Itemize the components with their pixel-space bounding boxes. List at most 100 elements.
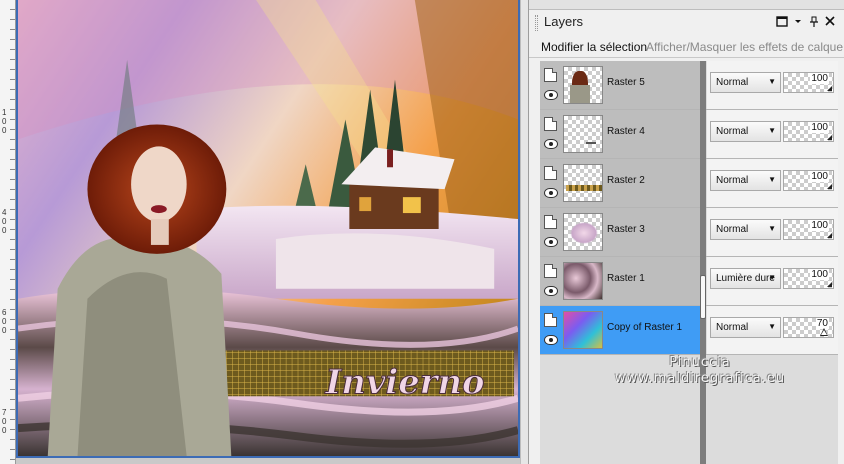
layer-thumbnail[interactable]: [563, 262, 603, 300]
chevron-down-icon: ▼: [768, 77, 776, 86]
image-canvas[interactable]: Invierno: [16, 0, 520, 458]
layer-info[interactable]: Raster 5: [540, 61, 700, 109]
layer-thumbnail[interactable]: [563, 213, 603, 251]
slider-handle-icon[interactable]: [827, 135, 832, 140]
layer-name: Copy of Raster 1: [607, 322, 683, 333]
maximize-icon[interactable]: [775, 16, 789, 30]
layer-properties: Normal ▼ 70: [707, 306, 838, 354]
ruler-label: 0: [2, 226, 7, 235]
layer-row[interactable]: Raster 1 Lumière dure ▼ 100: [540, 257, 838, 306]
eye-icon[interactable]: [544, 139, 558, 149]
artwork-image: Invierno: [18, 0, 518, 456]
watermark-url: www.maldiregrafica.eu: [614, 371, 786, 386]
eye-icon[interactable]: [544, 90, 558, 100]
slider-handle-icon[interactable]: [827, 282, 832, 287]
close-icon[interactable]: [823, 16, 837, 30]
panel-splitter[interactable]: [700, 61, 706, 464]
opacity-value: 100: [810, 220, 829, 231]
slider-handle-icon[interactable]: [820, 328, 828, 336]
layer-properties: Normal ▼ 100: [707, 61, 838, 109]
blend-mode-value: Lumière dure: [716, 273, 775, 284]
opacity-value: 100: [810, 122, 829, 133]
layer-properties: Normal ▼ 100: [707, 159, 838, 207]
eye-icon[interactable]: [544, 286, 558, 296]
blend-mode-value: Normal: [716, 322, 749, 333]
layer-name: Raster 1: [607, 273, 645, 284]
blend-mode-dropdown[interactable]: Normal ▼: [710, 170, 781, 191]
blend-mode-value: Normal: [716, 175, 749, 186]
blend-mode-dropdown[interactable]: Normal ▼: [710, 317, 781, 338]
layer-page-icon[interactable]: [544, 68, 557, 82]
chevron-down-icon: ▼: [768, 322, 776, 331]
chevron-down-icon: ▼: [768, 175, 776, 184]
ruler-label: 0: [2, 326, 7, 335]
chevron-down-icon: ▼: [768, 126, 776, 135]
layer-info[interactable]: Raster 4: [540, 110, 700, 158]
blend-mode-dropdown[interactable]: Lumière dure ▼: [710, 268, 781, 289]
layer-thumbnail[interactable]: [563, 164, 603, 202]
blend-mode-dropdown[interactable]: Normal ▼: [710, 121, 781, 142]
modify-selection-button[interactable]: Modifier la sélection: [541, 40, 647, 54]
blend-mode-dropdown[interactable]: Normal ▼: [710, 72, 781, 93]
eye-icon[interactable]: [544, 335, 558, 345]
opacity-value: 100: [810, 171, 829, 182]
layer-row-selected[interactable]: Copy of Raster 1 Normal ▼ 70: [540, 306, 838, 355]
layer-thumbnail[interactable]: [563, 66, 603, 104]
layer-page-icon[interactable]: [544, 264, 557, 278]
eye-icon[interactable]: [544, 237, 558, 247]
ruler-label: 0: [2, 317, 7, 326]
blend-mode-value: Normal: [716, 77, 749, 88]
pin-icon[interactable]: [807, 16, 821, 30]
layer-name: Raster 2: [607, 175, 645, 186]
layer-page-icon[interactable]: [544, 166, 557, 180]
layer-info[interactable]: Raster 2: [540, 159, 700, 207]
blend-mode-dropdown[interactable]: Normal ▼: [710, 219, 781, 240]
ruler-label: 0: [2, 117, 7, 126]
chevron-down-icon: ▼: [768, 273, 776, 282]
layer-row[interactable]: Raster 3 Normal ▼ 100: [540, 208, 838, 257]
opacity-slider[interactable]: 100: [783, 72, 834, 93]
opacity-value: 100: [810, 269, 829, 280]
slider-handle-icon[interactable]: [827, 233, 832, 238]
opacity-slider[interactable]: 100: [783, 268, 834, 289]
ruler-label: 4: [2, 208, 7, 217]
layer-page-icon[interactable]: [544, 313, 557, 327]
chevron-down-icon: ▼: [768, 224, 776, 233]
app-window: 1 0 0 4 0 0 6 0 0 7 0 0 Invierno Layers …: [0, 0, 844, 464]
layer-properties: Lumière dure ▼ 100: [707, 257, 838, 305]
slider-handle-icon[interactable]: [827, 86, 832, 91]
layer-row[interactable]: Raster 4 Normal ▼ 100: [540, 110, 838, 159]
slider-handle-icon[interactable]: [827, 184, 832, 189]
ruler-label: 0: [2, 426, 7, 435]
layer-page-icon[interactable]: [544, 117, 557, 131]
artwork-title: Invierno: [325, 361, 485, 401]
toggle-layer-effects-button[interactable]: Afficher/Masquer les effets de calque: [646, 40, 843, 54]
opacity-slider[interactable]: 100: [783, 170, 834, 191]
chevron-down-icon[interactable]: [791, 16, 805, 30]
layer-info[interactable]: Raster 1: [540, 257, 700, 305]
opacity-value: 100: [810, 73, 829, 84]
panel-top-strip: [529, 0, 844, 10]
splitter-handle[interactable]: [700, 275, 706, 319]
layer-info[interactable]: Copy of Raster 1: [540, 306, 700, 354]
layer-row[interactable]: Raster 2 Normal ▼ 100: [540, 159, 838, 208]
layer-info[interactable]: Raster 3: [540, 208, 700, 256]
layer-thumbnail[interactable]: [563, 115, 603, 153]
panel-header: Layers: [529, 10, 844, 36]
vertical-ruler[interactable]: 1 0 0 4 0 0 6 0 0 7 0 0: [0, 0, 16, 464]
opacity-slider[interactable]: 100: [783, 121, 834, 142]
watermark-name: Pinuccia: [669, 355, 731, 370]
opacity-slider[interactable]: 70: [783, 317, 834, 338]
canvas-scrollbar[interactable]: [520, 0, 528, 464]
layer-name: Raster 5: [607, 77, 645, 88]
layer-properties: Normal ▼ 100: [707, 110, 838, 158]
eye-icon[interactable]: [544, 188, 558, 198]
layer-thumbnail[interactable]: [563, 311, 603, 349]
opacity-slider[interactable]: 100: [783, 219, 834, 240]
layers-panel: Layers Modifier la sélection Afficher/Ma…: [528, 0, 844, 464]
grip-handle[interactable]: [535, 15, 538, 31]
layer-row[interactable]: Raster 5 Normal ▼ 100: [540, 61, 838, 110]
layer-name: Raster 4: [607, 126, 645, 137]
canvas-workspace: 1 0 0 4 0 0 6 0 0 7 0 0 Invierno: [0, 0, 528, 464]
layer-page-icon[interactable]: [544, 215, 557, 229]
